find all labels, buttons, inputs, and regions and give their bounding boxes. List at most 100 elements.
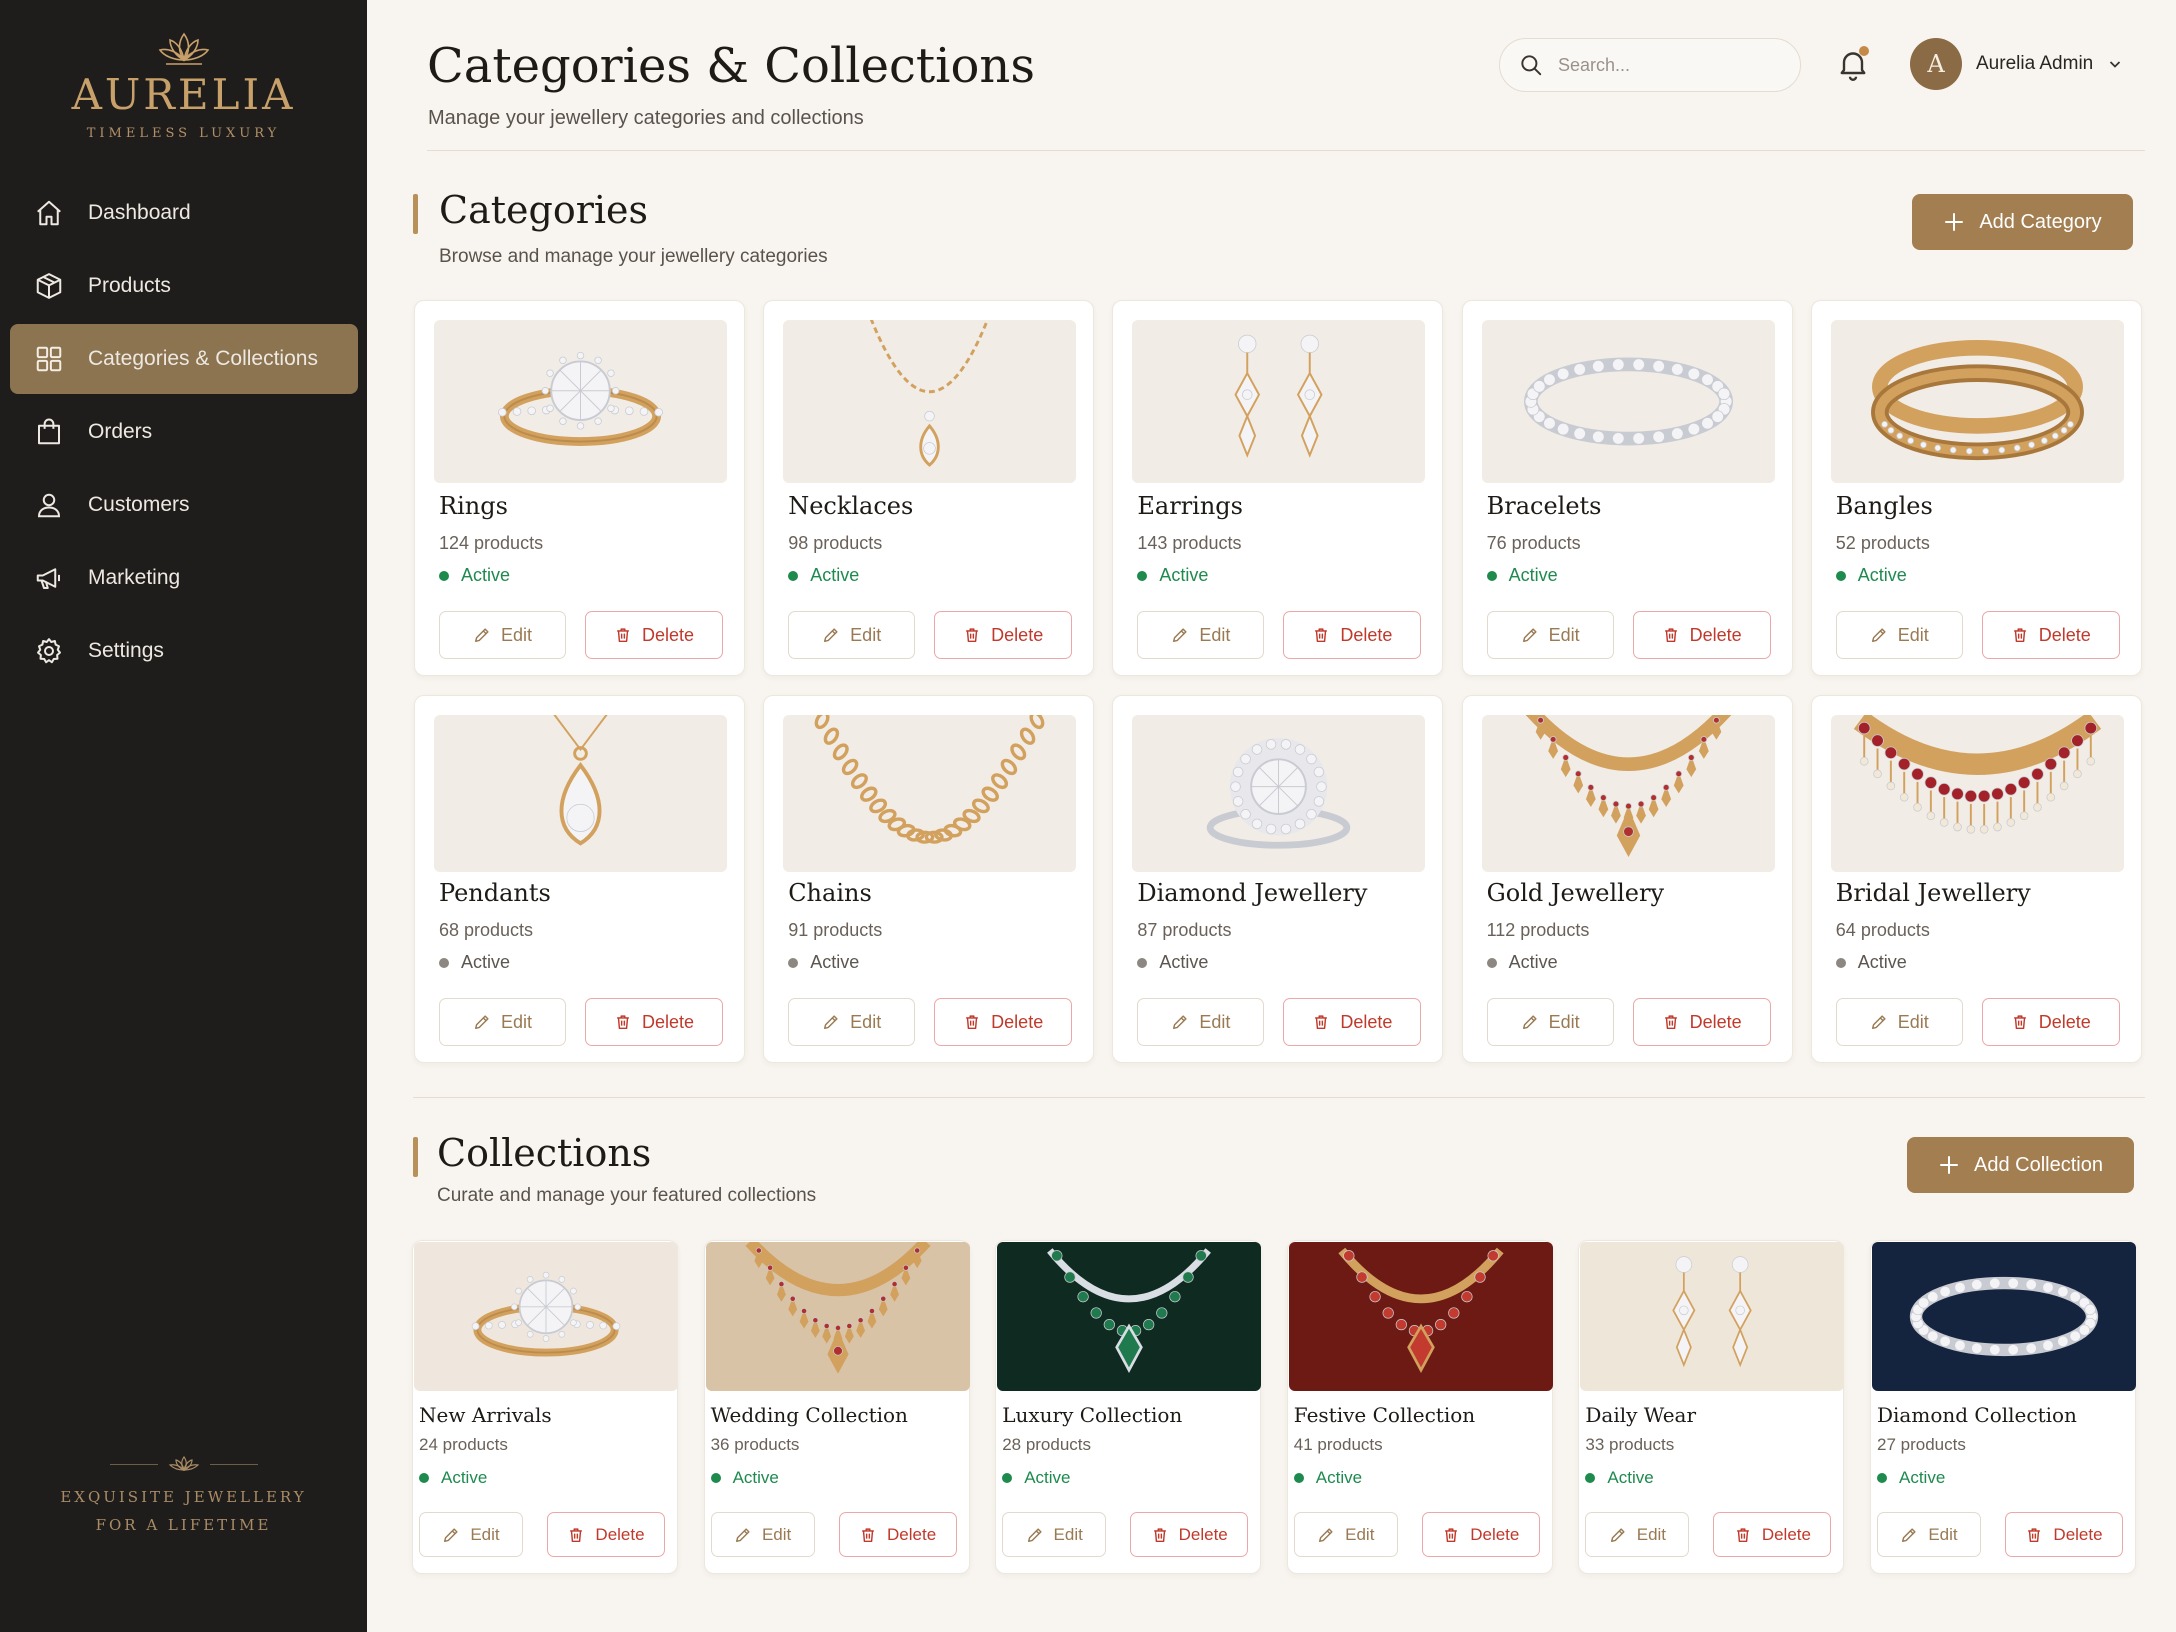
- card-title: New Arrivals: [419, 1403, 552, 1427]
- notifications-button[interactable]: [1835, 46, 1871, 82]
- user-menu[interactable]: A Aurelia Admin: [1910, 38, 2123, 90]
- delete-button[interactable]: Delete: [1632, 998, 1771, 1046]
- card-image: [1580, 1242, 1845, 1391]
- trash-icon: [2013, 628, 2026, 643]
- card-festive-collection[interactable]: Festive Collection 41 products Active Ed…: [1286, 1240, 1553, 1574]
- delete-button[interactable]: Delete: [1421, 1512, 1540, 1557]
- delete-button[interactable]: Delete: [1981, 611, 2120, 659]
- collections-subtitle: Curate and manage your featured collecti…: [437, 1185, 817, 1206]
- sidebar-item-label: Customers: [88, 493, 190, 516]
- delete-button[interactable]: Delete: [547, 1512, 665, 1557]
- delete-button[interactable]: Delete: [838, 1512, 957, 1557]
- sidebar-item-products[interactable]: Products: [10, 251, 358, 321]
- delete-button[interactable]: Delete: [934, 611, 1073, 659]
- delete-button[interactable]: Delete: [1283, 611, 1422, 659]
- pencil-icon: [1173, 628, 1187, 643]
- card-necklaces[interactable]: Necklaces 98 products Active Edit Delete: [763, 300, 1095, 676]
- pencil-icon: [824, 628, 838, 643]
- section-accent: [413, 1137, 418, 1177]
- sidebar-item-label: Orders: [88, 420, 153, 443]
- sidebar-item-customers[interactable]: Customers: [10, 470, 358, 540]
- edit-button[interactable]: Edit: [419, 1512, 523, 1557]
- edit-button[interactable]: Edit: [788, 998, 916, 1046]
- card-pendants[interactable]: Pendants 68 products Active Edit Delete: [414, 695, 745, 1063]
- trash-icon: [1153, 1527, 1166, 1542]
- edit-button[interactable]: Edit: [1002, 1512, 1107, 1557]
- edit-button[interactable]: Edit: [1137, 611, 1265, 659]
- edit-button[interactable]: Edit: [1486, 998, 1614, 1046]
- search-box[interactable]: [1499, 38, 1801, 92]
- pencil-icon: [1610, 1527, 1625, 1542]
- card-bangles[interactable]: Bangles 52 products Active Edit Delete: [1810, 300, 2142, 676]
- pencil-icon: [1871, 628, 1886, 643]
- trash-icon: [862, 1527, 874, 1542]
- card-title: Luxury Collection: [1002, 1403, 1183, 1427]
- status-dot: [1877, 1473, 1887, 1483]
- trash-icon: [617, 1015, 629, 1030]
- plus-icon: [1945, 213, 1964, 231]
- status-badge: Active: [1486, 952, 1558, 973]
- trash-icon: [1736, 1527, 1749, 1542]
- sidebar-item-dashboard[interactable]: Dashboard: [10, 178, 358, 248]
- search-input[interactable]: [1558, 54, 1778, 76]
- sidebar-nav: Dashboard Products Categories & Collecti…: [10, 178, 358, 689]
- card-image: [1288, 1242, 1553, 1391]
- delete-button[interactable]: Delete: [585, 611, 723, 659]
- megaphone-icon: [36, 568, 60, 589]
- page-title: Categories & Collections: [427, 38, 1035, 94]
- edit-button[interactable]: Edit: [1835, 611, 1963, 659]
- sidebar-item-categories-collections[interactable]: Categories & Collections: [10, 324, 358, 394]
- delete-button[interactable]: Delete: [1130, 1512, 1249, 1557]
- card-diamond-jewellery[interactable]: Diamond Jewellery 87 products Active Edi…: [1112, 695, 1444, 1063]
- card-title: Earrings: [1137, 492, 1243, 520]
- brand-logo[interactable]: AURELIA TIMELESS LUXURY: [0, 30, 367, 141]
- card-bridal-jewellery[interactable]: Bridal Jewellery 64 products Active Edit…: [1810, 695, 2142, 1063]
- delete-button[interactable]: Delete: [1981, 998, 2120, 1046]
- card-gold-jewellery[interactable]: Gold Jewellery 112 products Active Edit …: [1461, 695, 1793, 1063]
- card-image: [1830, 320, 2124, 483]
- pencil-icon: [474, 1015, 489, 1030]
- edit-button[interactable]: Edit: [1293, 1512, 1398, 1557]
- edit-button[interactable]: Edit: [1137, 998, 1265, 1046]
- status-dot: [1835, 957, 1846, 968]
- card-product-count: 87 products: [1137, 920, 1232, 940]
- card-title: Diamond Collection: [1877, 1403, 2077, 1427]
- card-bracelets[interactable]: Bracelets 76 products Active Edit Delete: [1461, 300, 1793, 676]
- card-chains[interactable]: Chains 91 products Active Edit Delete: [763, 695, 1095, 1063]
- edit-button[interactable]: Edit: [439, 611, 566, 659]
- card-new-arrivals[interactable]: New Arrivals 24 products Active Edit Del…: [412, 1240, 678, 1574]
- status-dot: [1585, 1473, 1596, 1483]
- delete-button[interactable]: Delete: [1713, 1512, 1832, 1557]
- edit-button[interactable]: Edit: [1486, 611, 1614, 659]
- footer-line-2: FOR A LIFETIME: [95, 1516, 272, 1534]
- card-diamond-collection[interactable]: Diamond Collection 27 products Active Ed…: [1870, 1240, 2136, 1574]
- sidebar-item-marketing[interactable]: Marketing: [10, 543, 358, 613]
- card-product-count: 112 products: [1486, 920, 1590, 940]
- delete-button[interactable]: Delete: [585, 998, 723, 1046]
- trash-icon: [966, 628, 979, 643]
- edit-button[interactable]: Edit: [1585, 1512, 1690, 1557]
- card-daily-wear[interactable]: Daily Wear 33 products Active Edit Delet…: [1578, 1240, 1845, 1574]
- edit-button[interactable]: Edit: [439, 998, 566, 1046]
- sidebar-item-settings[interactable]: Settings: [10, 616, 358, 686]
- delete-button[interactable]: Delete: [1283, 998, 1422, 1046]
- delete-button[interactable]: Delete: [934, 998, 1073, 1046]
- card-earrings[interactable]: Earrings 143 products Active Edit Delete: [1112, 300, 1444, 676]
- status-badge: Active: [1486, 565, 1558, 586]
- delete-button[interactable]: Delete: [1632, 611, 1771, 659]
- notification-dot: [1859, 46, 1869, 56]
- card-luxury-collection[interactable]: Luxury Collection 28 products Active Edi…: [995, 1240, 1262, 1574]
- card-rings[interactable]: Rings 124 products Active Edit Delete: [414, 300, 745, 676]
- edit-button[interactable]: Edit: [710, 1512, 815, 1557]
- delete-button[interactable]: Delete: [2005, 1512, 2123, 1557]
- add-collection-button[interactable]: Add Collection: [1907, 1137, 2134, 1193]
- card-product-count: 28 products: [1002, 1435, 1092, 1454]
- edit-button[interactable]: Edit: [1877, 1512, 1981, 1557]
- sidebar-item-orders[interactable]: Orders: [10, 397, 358, 467]
- add-category-button[interactable]: Add Category: [1912, 194, 2133, 250]
- footer-line-1: EXQUISITE JEWELLERY: [60, 1488, 307, 1506]
- edit-button[interactable]: Edit: [788, 611, 916, 659]
- card-wedding-collection[interactable]: Wedding Collection 36 products Active Ed…: [703, 1240, 970, 1574]
- search-icon: [1521, 55, 1542, 76]
- edit-button[interactable]: Edit: [1835, 998, 1963, 1046]
